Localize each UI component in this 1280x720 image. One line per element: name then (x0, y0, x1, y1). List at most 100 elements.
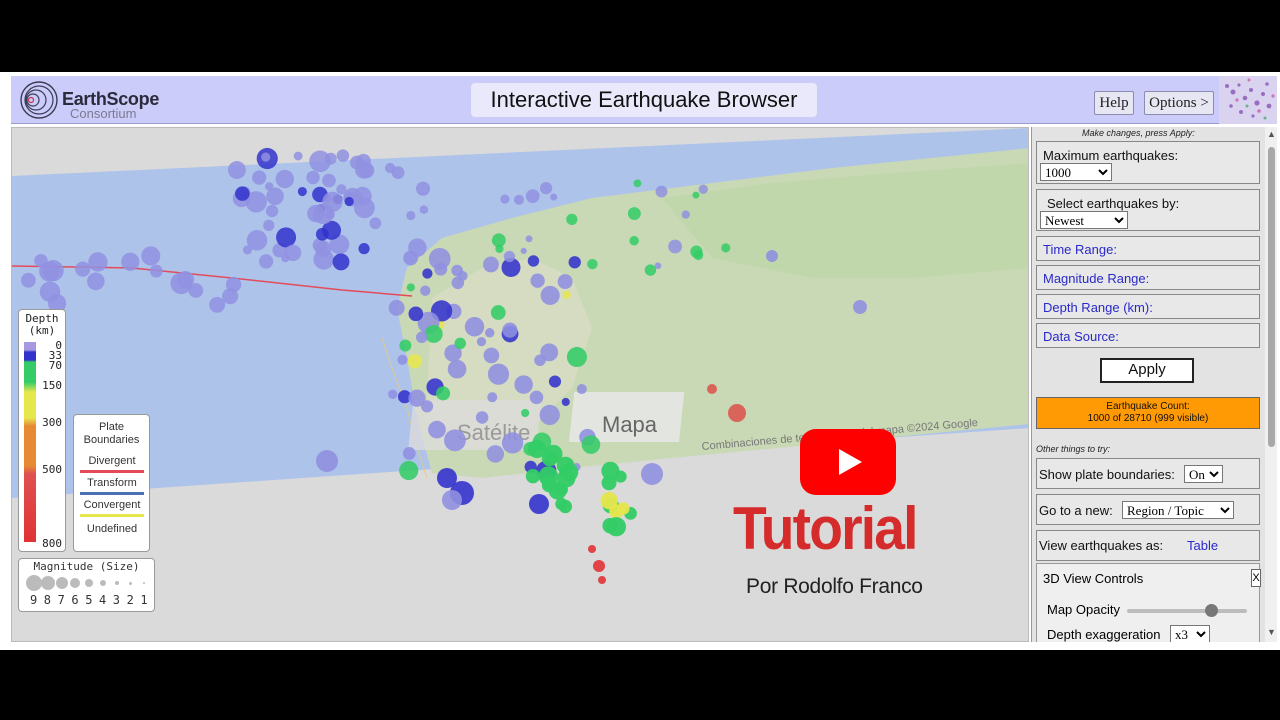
earthquake-marker[interactable] (606, 517, 626, 537)
earthquake-marker[interactable] (149, 264, 163, 278)
earthquake-marker[interactable] (513, 194, 525, 205)
earthquake-marker[interactable] (312, 203, 334, 225)
earthquake-marker[interactable] (629, 236, 639, 246)
earthquake-marker[interactable] (501, 432, 524, 454)
earthquake-marker[interactable] (525, 469, 541, 484)
apply-button[interactable]: Apply (1100, 358, 1194, 383)
earthquake-marker[interactable] (539, 182, 553, 195)
earthquake-marker[interactable] (728, 404, 746, 422)
map-opacity-slider[interactable] (1127, 604, 1247, 617)
earthquake-marker[interactable] (276, 227, 297, 248)
youtube-play-icon[interactable] (800, 429, 896, 495)
scroll-down-icon[interactable]: ▼ (1267, 627, 1276, 637)
earthquake-marker[interactable] (344, 196, 354, 207)
3d-controls-close-button[interactable]: X (1251, 569, 1261, 587)
earthquake-marker[interactable] (588, 545, 596, 553)
earthquake-marker[interactable] (408, 306, 424, 322)
earthquake-marker[interactable] (420, 285, 431, 296)
earthquake-marker[interactable] (419, 205, 429, 214)
max-earthquakes-select[interactable]: 1000 (1040, 163, 1112, 181)
earthquake-marker[interactable] (297, 186, 307, 197)
earthquake-marker[interactable] (627, 207, 641, 221)
earthquake-marker[interactable] (415, 331, 428, 344)
earthscope-logo[interactable]: EarthScope Consortium (19, 80, 179, 120)
data-source-link[interactable]: Data Source: (1043, 329, 1119, 344)
earthquake-marker[interactable] (235, 186, 250, 201)
earthquake-marker[interactable] (540, 343, 559, 362)
earthquake-marker[interactable] (707, 384, 717, 394)
earthquake-marker[interactable] (141, 246, 161, 266)
earthquake-marker[interactable] (539, 404, 560, 426)
earthquake-marker[interactable] (369, 217, 382, 230)
earthquake-marker[interactable] (483, 347, 500, 364)
earthquake-marker[interactable] (655, 185, 668, 198)
earthquake-marker[interactable] (403, 250, 419, 266)
earthquake-marker[interactable] (263, 219, 275, 231)
earthquake-marker[interactable] (587, 258, 598, 270)
select-by-select[interactable]: Newest (1040, 211, 1128, 229)
earthquake-marker[interactable] (225, 276, 242, 293)
earthquake-marker[interactable] (483, 256, 499, 273)
earthquake-marker[interactable] (399, 460, 419, 481)
earthquake-marker[interactable] (388, 389, 398, 400)
earthquake-marker[interactable] (42, 260, 64, 282)
earthquake-marker[interactable] (402, 447, 416, 460)
earthquake-marker[interactable] (514, 375, 533, 394)
earthquake-marker[interactable] (557, 274, 573, 290)
earthquake-marker[interactable] (209, 296, 226, 313)
earthquake-marker[interactable] (490, 305, 506, 320)
earthquake-marker[interactable] (353, 186, 372, 206)
earthquake-marker[interactable] (521, 408, 530, 418)
earthquake-marker[interactable] (306, 170, 320, 185)
earthquake-marker[interactable] (503, 250, 516, 263)
earthquake-marker[interactable] (529, 390, 544, 405)
earthquake-marker[interactable] (86, 272, 105, 291)
earthquake-marker[interactable] (444, 429, 466, 452)
earthquake-marker[interactable] (644, 264, 657, 276)
earthquake-marker[interactable] (766, 250, 778, 262)
depth-exaggeration-select[interactable]: x3 (1170, 625, 1210, 642)
scrollbar-thumb[interactable] (1268, 147, 1275, 447)
earthquake-marker[interactable] (388, 299, 405, 316)
map-3d-canvas[interactable]: Satélite Mapa Combinaciones de teclas Da… (12, 128, 1029, 642)
earthquake-marker[interactable] (424, 325, 443, 343)
earthquake-marker[interactable] (614, 470, 627, 483)
earthquake-marker[interactable] (853, 300, 867, 314)
earthquake-marker[interactable] (309, 150, 331, 173)
earthquake-marker[interactable] (407, 354, 423, 369)
earthquake-marker[interactable] (242, 245, 253, 255)
earthquake-marker[interactable] (561, 397, 570, 407)
earthquake-marker[interactable] (487, 363, 510, 385)
earthquake-marker[interactable] (442, 490, 462, 510)
earthquake-marker[interactable] (265, 204, 279, 218)
earthquake-marker[interactable] (88, 252, 108, 272)
earthquake-marker[interactable] (668, 239, 683, 254)
earthquake-marker[interactable] (227, 161, 246, 179)
depth-range-box[interactable]: Depth Range (km): (1036, 294, 1260, 319)
earthquake-marker[interactable] (525, 189, 540, 203)
options-button[interactable]: Options > (1144, 91, 1214, 115)
earthquake-marker[interactable] (293, 151, 303, 161)
depth-range-link[interactable]: Depth Range (km): (1043, 300, 1153, 315)
help-button[interactable]: Help (1094, 91, 1134, 115)
earthquake-marker[interactable] (495, 244, 504, 253)
earthquake-marker[interactable] (562, 290, 571, 299)
earthquake-marker[interactable] (415, 181, 431, 196)
earthquake-marker[interactable] (258, 254, 274, 269)
earthquake-marker[interactable] (601, 475, 617, 491)
earthquake-marker[interactable] (275, 169, 295, 189)
earthquake-marker[interactable] (428, 420, 446, 439)
earthquake-marker[interactable] (355, 161, 373, 179)
earthquake-marker[interactable] (502, 322, 518, 338)
earthquake-marker[interactable] (322, 173, 336, 188)
earthquake-marker[interactable] (252, 170, 267, 185)
earthquake-marker[interactable] (581, 435, 601, 454)
earthquake-marker[interactable] (75, 261, 91, 277)
earthquake-marker[interactable] (391, 166, 405, 180)
map-3d-view[interactable]: Satélite Mapa Combinaciones de teclas Da… (11, 127, 1029, 642)
sidebar-scrollbar[interactable]: ▲ ▼ (1265, 127, 1277, 642)
earthquake-marker[interactable] (598, 576, 606, 584)
earthquake-marker[interactable] (527, 255, 540, 267)
earthquake-marker[interactable] (436, 386, 451, 401)
earthquake-marker[interactable] (566, 213, 578, 225)
